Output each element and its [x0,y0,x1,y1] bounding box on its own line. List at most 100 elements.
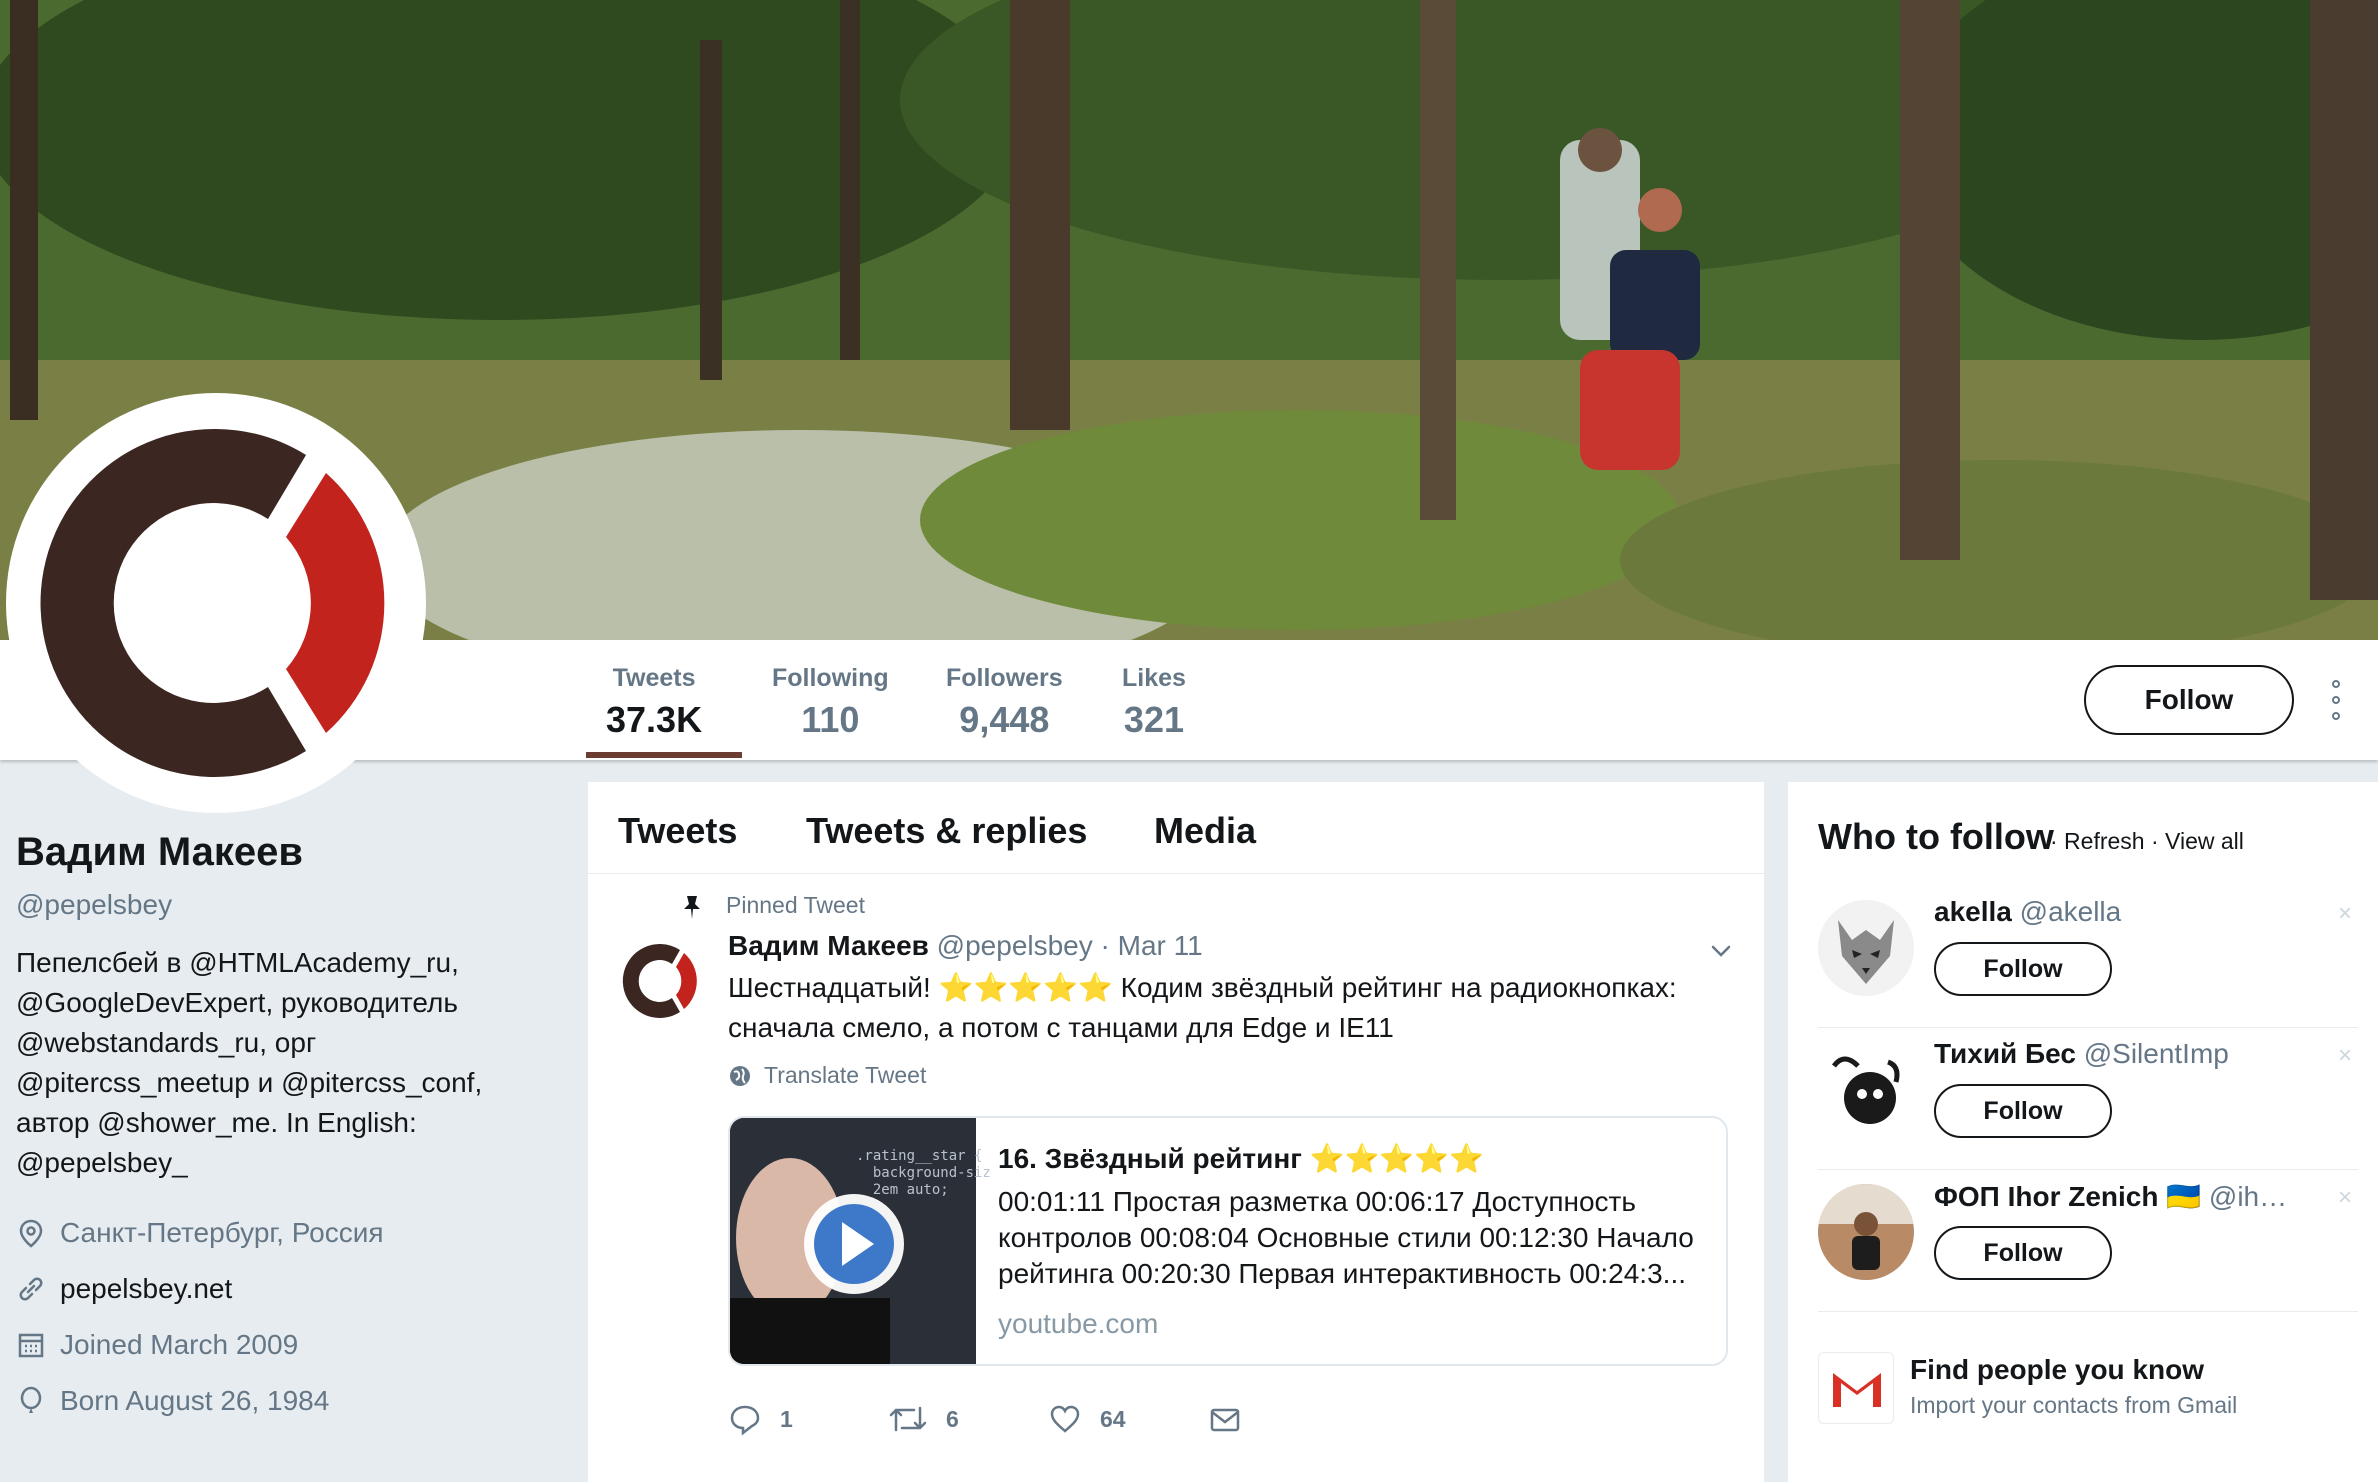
timeline-tabs: Tweets Tweets & replies Media [588,782,1764,874]
bio-text: , руководитель [265,987,458,1018]
bio-mention[interactable]: @pepelsbey_ [16,1147,188,1178]
suggestion-handle: @SilentImp [2083,1038,2229,1069]
tab-tweets-replies[interactable]: Tweets & replies [806,810,1087,852]
stat-value: 110 [801,699,860,740]
tweet-header: Вадим Макеев @pepelsbey · Mar 11 [728,930,1708,962]
tweet-avatar[interactable] [616,936,706,1026]
bio-text: , [474,1067,483,1098]
tab-tweets[interactable]: Tweets [618,810,737,852]
calendar-icon [18,1333,44,1358]
bio-text: , орг [259,1027,317,1058]
card-description: 00:01:11 Простая разметка 00:06:17 Досту… [998,1186,1694,1289]
tweet-author[interactable]: Вадим Макеев [728,930,929,961]
direct-message-button[interactable] [1208,1402,1260,1436]
profile-name: Вадим Макеев [16,830,303,874]
stat-followers[interactable]: Followers 9,448 [946,664,1063,741]
find-people[interactable]: Find people you know Import your contact… [1818,1332,2358,1452]
dismiss-icon[interactable]: × [2338,1042,2352,1070]
suggestion-item: ФОП Ihor Zenich 🇺🇦 @ih… Follow × [1818,1170,2358,1312]
more-options-icon[interactable] [2326,680,2346,720]
bio-mention[interactable]: @GoogleDevExpert [16,987,265,1018]
refresh-link[interactable]: · Refresh [2050,828,2145,854]
suggestion-name[interactable]: ФОП Ihor Zenich 🇺🇦 @ih… [1934,1180,2287,1213]
tweet-actions: 1 6 64 [728,1402,1728,1442]
devil-avatar-icon [1818,1042,1914,1138]
profile-handle[interactable]: @pepelsbey [16,889,576,921]
location-text: Санкт-Петербург, Россия [60,1217,384,1248]
bio-mention[interactable]: @pitercss_meetup [16,1067,250,1098]
profile-meta: Санкт-Петербург, Россия pepelsbey.net Jo… [16,1205,576,1429]
bio-text: автор [16,1107,98,1138]
balloon-icon [20,1386,42,1413]
find-people-subtitle: Import your contacts from Gmail [1910,1392,2238,1418]
bio-mention[interactable]: @HTMLAcademy_ru [189,947,451,978]
follow-suggestion-button[interactable]: Follow [1934,1084,2112,1138]
tab-media[interactable]: Media [1154,810,1256,852]
suggestion-name[interactable]: akella @akella [1934,896,2121,928]
like-button[interactable]: 64 [1048,1402,1126,1436]
translate-tweet-link[interactable]: Translate Tweet [728,1062,926,1089]
website-link[interactable]: pepelsbey.net [60,1273,232,1305]
stat-likes[interactable]: Likes 321 [1122,664,1186,741]
find-people-title: Find people you know [1910,1354,2204,1385]
like-count: 64 [1100,1405,1126,1432]
suggestion-display-name: Тихий Бес [1934,1038,2076,1069]
tweet-handle[interactable]: @pepelsbey [937,930,1093,961]
stat-tweets[interactable]: Tweets 37.3K [606,664,702,741]
bio-text: , [451,947,459,978]
who-to-follow-title: Who to follow [1818,816,2054,857]
envelope-icon [1210,1408,1240,1432]
reply-count: 1 [780,1405,793,1432]
tweet-text-line: Шестнадцатый! ⭐⭐⭐⭐⭐ Кодим звёздный рейти… [728,972,1677,1003]
stat-label: Likes [1122,664,1186,692]
reply-icon [730,1405,760,1436]
retweet-icon [889,1406,927,1432]
suggestion-name[interactable]: Тихий Бес @SilentImp [1934,1038,2229,1070]
suggestion-handle: @akella [2019,896,2122,927]
location-pin-icon [19,1219,43,1248]
avatar[interactable] [1818,1042,1914,1138]
who-to-follow: Who to follow · Refresh · View all akell… [1788,782,2378,1482]
bio-text: . In English: [270,1107,417,1138]
follow-suggestion-button[interactable]: Follow [1934,942,2112,996]
link-icon [19,1277,43,1301]
website-row: pepelsbey.net [16,1261,576,1317]
video-thumbnail[interactable]: .rating__star { background-siz 2em auto; [730,1118,991,1364]
stat-label: Tweets [612,664,696,692]
avatar[interactable] [1818,1184,1914,1280]
suggestion-display-name: ФОП Ihor Zenich [1934,1181,2159,1212]
reply-button[interactable]: 1 [728,1402,793,1436]
suggestion-item: Тихий Бес @SilentImp Follow × [1818,1028,2358,1170]
stat-following[interactable]: Following 110 [772,664,889,741]
dismiss-icon[interactable]: × [2338,900,2352,928]
translate-label: Translate Tweet [764,1062,927,1088]
follow-suggestion-button[interactable]: Follow [1934,1226,2112,1280]
timeline: Tweets Tweets & replies Media Pinned Twe… [588,782,1764,1482]
follow-button[interactable]: Follow [2084,665,2294,735]
retweet-count: 6 [946,1405,959,1432]
stat-value: 9,448 [959,699,1050,740]
gmail-icon [1818,1352,1894,1424]
dismiss-icon[interactable]: × [2338,1184,2352,1212]
profile-avatar[interactable] [6,393,426,813]
link-card[interactable]: .rating__star { background-siz 2em auto;… [728,1116,1728,1366]
tweet-date[interactable]: · Mar 11 [1101,930,1203,961]
stat-value: 321 [1123,699,1184,740]
suggestion-handle: 🇺🇦 @ih… [2166,1181,2288,1212]
bio-mention[interactable]: @webstandards_ru [16,1027,259,1058]
avatar[interactable] [1818,900,1914,996]
brand-logo-icon [20,407,412,799]
bio-mention[interactable]: @pitercss_conf [281,1067,474,1098]
globe-icon [730,1065,750,1086]
retweet-button[interactable]: 6 [888,1402,959,1436]
view-all-link[interactable]: · View all [2151,828,2244,854]
chevron-down-icon[interactable] [1708,938,1734,964]
thumbnail-code: .rating__star { background-siz 2em auto; [856,1148,991,1198]
wolf-avatar-icon [1818,900,1914,996]
card-title: 16. Звёздный рейтинг ⭐⭐⭐⭐⭐ [998,1143,1485,1174]
heart-icon [1050,1405,1080,1433]
tweet-text: Шестнадцатый! ⭐⭐⭐⭐⭐ Кодим звёздный рейти… [728,968,1728,1048]
bio-mention[interactable]: @shower_me [97,1107,270,1138]
stat-label: Following [772,664,889,692]
who-to-follow-links: · Refresh · View all [2050,828,2244,855]
